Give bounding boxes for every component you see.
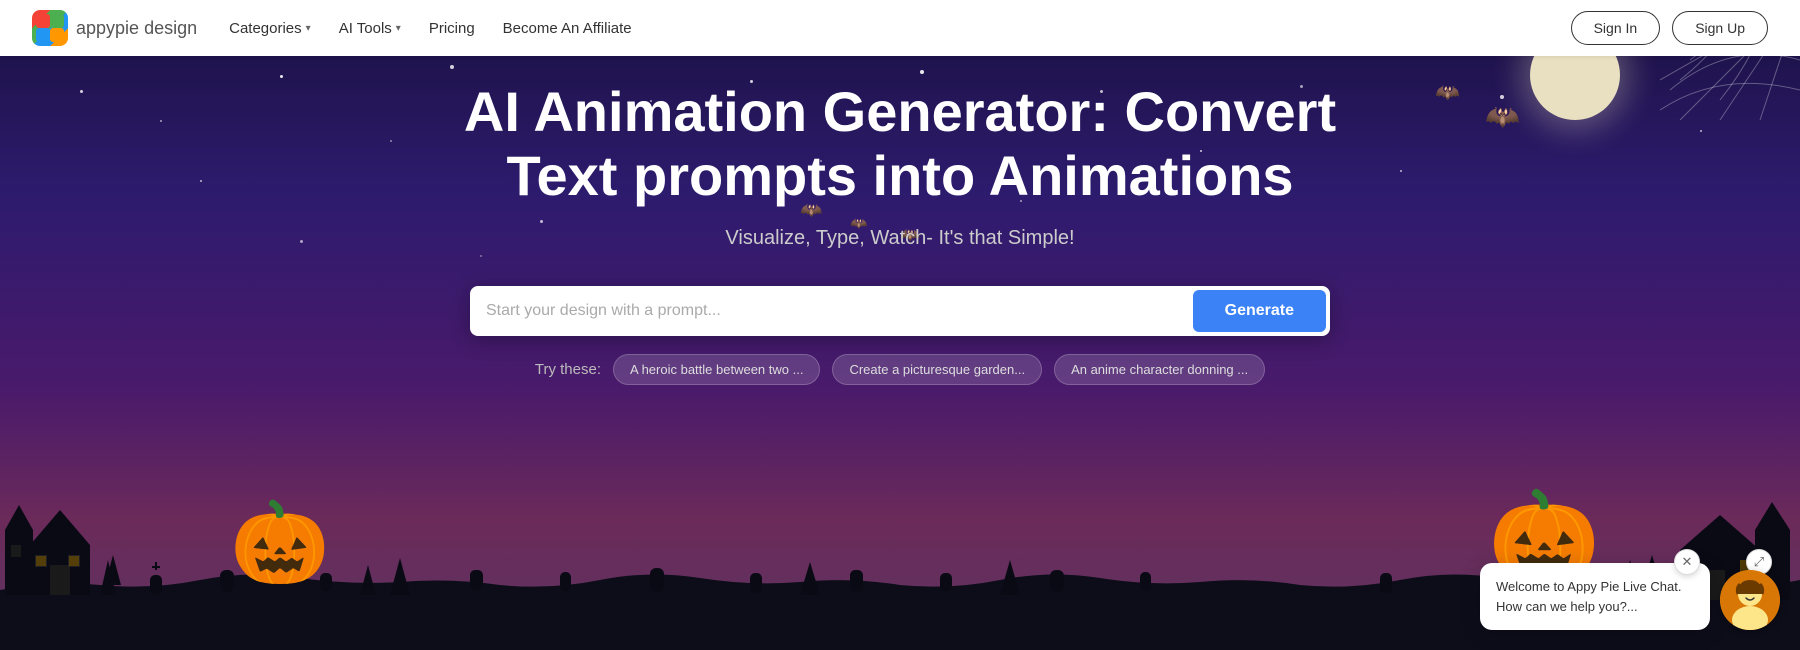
try-chip-3[interactable]: An anime character donning ... bbox=[1054, 354, 1265, 385]
nav-pricing[interactable]: Pricing bbox=[429, 20, 475, 37]
navbar-left: appypie design Categories ▾ AI Tools ▾ P… bbox=[32, 10, 632, 46]
try-chip-2[interactable]: Create a picturesque garden... bbox=[832, 354, 1042, 385]
logo-text: appypie design bbox=[76, 18, 197, 39]
search-container: Generate bbox=[470, 286, 1330, 336]
navbar-right: Sign In Sign Up bbox=[1571, 11, 1768, 45]
try-these-label: Try these: bbox=[535, 361, 601, 378]
nav-ai-tools[interactable]: AI Tools ▾ bbox=[339, 20, 401, 37]
hero-section: 🦇 🦇 🦇 🦇 🦇 AI Animation Generator: Conver… bbox=[0, 0, 1800, 650]
pumpkin-left: 🎃 bbox=[230, 496, 330, 590]
logo[interactable]: appypie design bbox=[32, 10, 197, 46]
bat-decoration: 🦇 bbox=[1485, 100, 1520, 133]
chat-avatar[interactable] bbox=[1720, 570, 1780, 630]
chat-message: Welcome to Appy Pie Live Chat. How can w… bbox=[1496, 579, 1681, 614]
nav-categories[interactable]: Categories ▾ bbox=[229, 20, 311, 37]
logo-icon bbox=[32, 10, 68, 46]
search-input[interactable] bbox=[486, 292, 1193, 330]
hero-title: AI Animation Generator: Convert Text pro… bbox=[450, 80, 1350, 209]
nav-affiliate[interactable]: Become An Affiliate bbox=[503, 20, 632, 37]
nav-links: Categories ▾ AI Tools ▾ Pricing Become A… bbox=[229, 20, 632, 37]
chevron-down-icon: ▾ bbox=[306, 23, 311, 34]
chat-widget: ✕ ⤢ Welcome to Appy Pie Live Chat. How c… bbox=[1480, 563, 1780, 630]
try-these-row: Try these: A heroic battle between two .… bbox=[535, 354, 1265, 385]
chat-bubble: Welcome to Appy Pie Live Chat. How can w… bbox=[1480, 563, 1710, 630]
chat-close-button[interactable]: ✕ bbox=[1674, 549, 1700, 575]
chevron-down-icon: ▾ bbox=[396, 23, 401, 34]
bat-decoration: 🦇 bbox=[1435, 80, 1460, 105]
navbar: appypie design Categories ▾ AI Tools ▾ P… bbox=[0, 0, 1800, 56]
hero-subtitle: Visualize, Type, Watch- It's that Simple… bbox=[725, 227, 1074, 250]
generate-button[interactable]: Generate bbox=[1193, 290, 1326, 332]
signup-button[interactable]: Sign Up bbox=[1672, 11, 1768, 45]
signin-button[interactable]: Sign In bbox=[1571, 11, 1661, 45]
try-chip-1[interactable]: A heroic battle between two ... bbox=[613, 354, 820, 385]
